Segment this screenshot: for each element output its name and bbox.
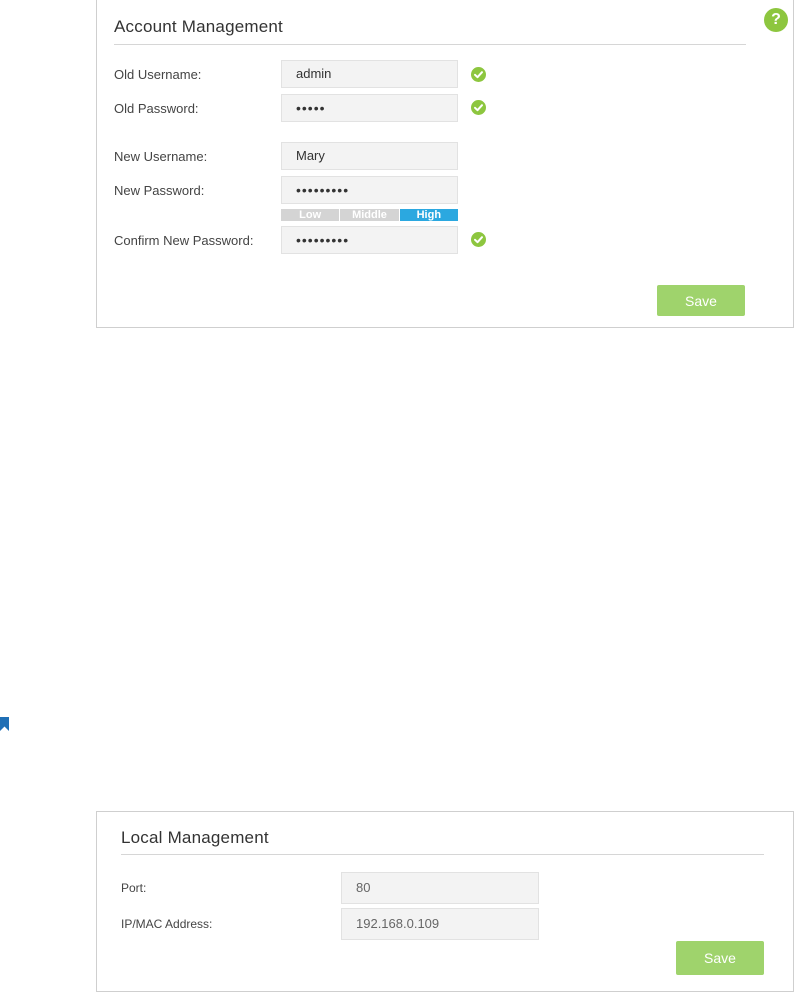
account-save-button[interactable]: Save [657, 285, 745, 316]
local-management-title: Local Management [121, 828, 269, 847]
ip-mac-address-label: IP/MAC Address: [121, 917, 213, 931]
old-password-input[interactable]: ••••• [281, 94, 458, 122]
strength-high: High [399, 209, 458, 221]
strength-middle: Middle [340, 209, 400, 221]
confirm-password-input[interactable]: ••••••••• [281, 226, 458, 254]
title-divider [121, 854, 764, 855]
strength-low: Low [281, 209, 341, 221]
old-username-label: Old Username: [114, 67, 202, 82]
old-username-valid-check-icon [471, 67, 486, 82]
help-icon[interactable]: ? [764, 8, 788, 32]
port-label: Port: [121, 881, 147, 895]
old-password-valid-check-icon [471, 100, 486, 115]
local-save-button[interactable]: Save [676, 941, 764, 975]
new-username-label: New Username: [114, 149, 208, 164]
ip-mac-address-input[interactable]: 192.168.0.109 [341, 908, 539, 940]
port-input[interactable]: 80 [341, 872, 539, 904]
confirm-password-valid-check-icon [471, 232, 486, 247]
password-strength-meter: Low Middle High [281, 209, 458, 221]
new-password-input[interactable]: ••••••••• [281, 176, 458, 204]
account-management-title: Account Management [114, 17, 283, 36]
bookmark-icon[interactable] [0, 717, 9, 731]
confirm-password-label: Confirm New Password: [114, 233, 254, 248]
old-username-input[interactable]: admin [281, 60, 458, 88]
new-username-input[interactable]: Mary [281, 142, 458, 170]
old-password-label: Old Password: [114, 101, 199, 116]
title-divider [114, 44, 746, 45]
new-password-label: New Password: [114, 183, 205, 198]
